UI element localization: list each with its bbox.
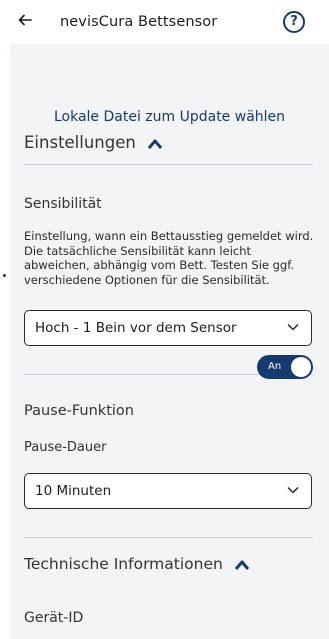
settings-panel: Lokale Datei zum Update wählen Einstellu… [10,44,329,639]
settings-heading: Einstellungen [24,133,136,152]
chevron-down-icon [287,486,299,494]
app-header: nevisCura Bettsensor ? [0,0,329,44]
chevron-down-icon [287,323,299,331]
sensitivity-select[interactable]: Hoch - 1 Bein vor dem Sensor [24,310,312,346]
pause-toggle-text: An [268,361,282,372]
select-local-update-file-link[interactable]: Lokale Datei zum Update wählen [10,107,329,127]
sensitivity-select-value: Hoch - 1 Bein vor dem Sensor [35,320,237,336]
chevron-up-icon [147,139,163,149]
pause-function-label: Pause-Funktion [24,403,134,419]
device-id-label: Gerät-ID [24,610,84,626]
divider [24,164,313,165]
tech-info-section-toggle[interactable]: Technische Informationen [24,553,250,575]
pause-duration-select-value: 10 Minuten [35,483,112,499]
stray-dot [3,274,6,277]
divider [24,537,313,538]
help-question-icon[interactable]: ? [283,11,305,33]
page-title: nevisCura Bettsensor [60,14,218,30]
back-arrow-icon[interactable] [17,12,37,32]
pause-function-toggle[interactable]: An [257,355,313,379]
pause-duration-select[interactable]: 10 Minuten [24,473,312,509]
settings-section-toggle[interactable]: Einstellungen [24,132,163,154]
pause-duration-label: Pause-Dauer [24,440,107,455]
chevron-up-icon [234,560,249,570]
sensitivity-label: Sensibilität [24,196,102,212]
toggle-knob [291,357,311,377]
tech-info-heading: Technische Informationen [24,555,223,573]
sensitivity-description: Einstellung, wann ein Bettausstieg gemel… [24,229,314,287]
